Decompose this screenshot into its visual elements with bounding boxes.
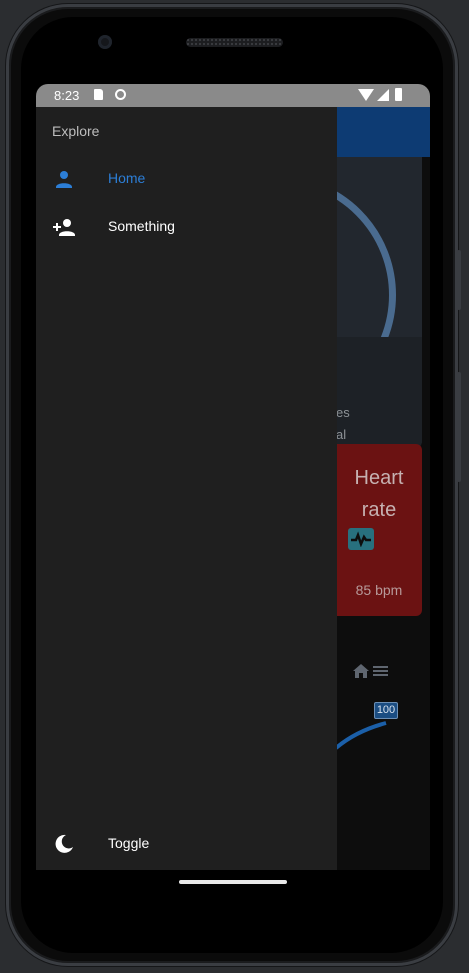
app-bar: [336, 107, 430, 157]
person-add-icon: [53, 219, 75, 236]
heart-rate-title-line2: rate: [361, 499, 397, 521]
navigation-drawer: Explore Home Something Toggle: [36, 107, 337, 870]
gauge-badge: 100: [374, 702, 398, 719]
heart-rate-title: Heart rate: [336, 462, 422, 526]
home-menu-icon: [352, 663, 392, 684]
front-camera: [98, 35, 112, 49]
heart-rate-title-line1: Heart: [354, 467, 404, 489]
drawer-item-label: Something: [108, 218, 175, 234]
screen: 8:23 es al Heart rate 85 bpm 100 Explore…: [36, 84, 430, 870]
volume-button: [457, 372, 461, 482]
progress-card: es al: [156, 157, 422, 449]
heart-monitor-icon: [348, 528, 374, 550]
sd-card-icon: [94, 89, 103, 100]
card-text-2: al: [336, 427, 347, 442]
drawer-item-label: Home: [108, 170, 146, 186]
status-bar: 8:23: [36, 84, 430, 107]
person-icon: [56, 171, 72, 188]
wifi-icon: [358, 89, 374, 101]
drawer-item-something[interactable]: Something: [36, 203, 337, 251]
progress-card-footer: [336, 337, 422, 449]
drawer-header: Explore: [52, 123, 100, 139]
drawer-item-toggle[interactable]: Toggle: [36, 820, 337, 868]
home-indicator[interactable]: [179, 880, 287, 884]
signal-icon: [377, 89, 389, 101]
earpiece-speaker: [186, 38, 283, 47]
heart-rate-value: 85 bpm: [355, 582, 403, 598]
drawer-item-label: Toggle: [108, 835, 150, 851]
status-time: 8:23: [54, 88, 80, 103]
card-text-1: es: [336, 405, 350, 420]
drawer-item-home[interactable]: Home: [36, 155, 337, 203]
moon-icon: [55, 834, 73, 853]
power-button: [457, 250, 461, 310]
notification-icon: [115, 89, 126, 100]
heart-rate-card[interactable]: Heart rate 85 bpm: [336, 444, 422, 616]
battery-icon: [395, 88, 402, 101]
